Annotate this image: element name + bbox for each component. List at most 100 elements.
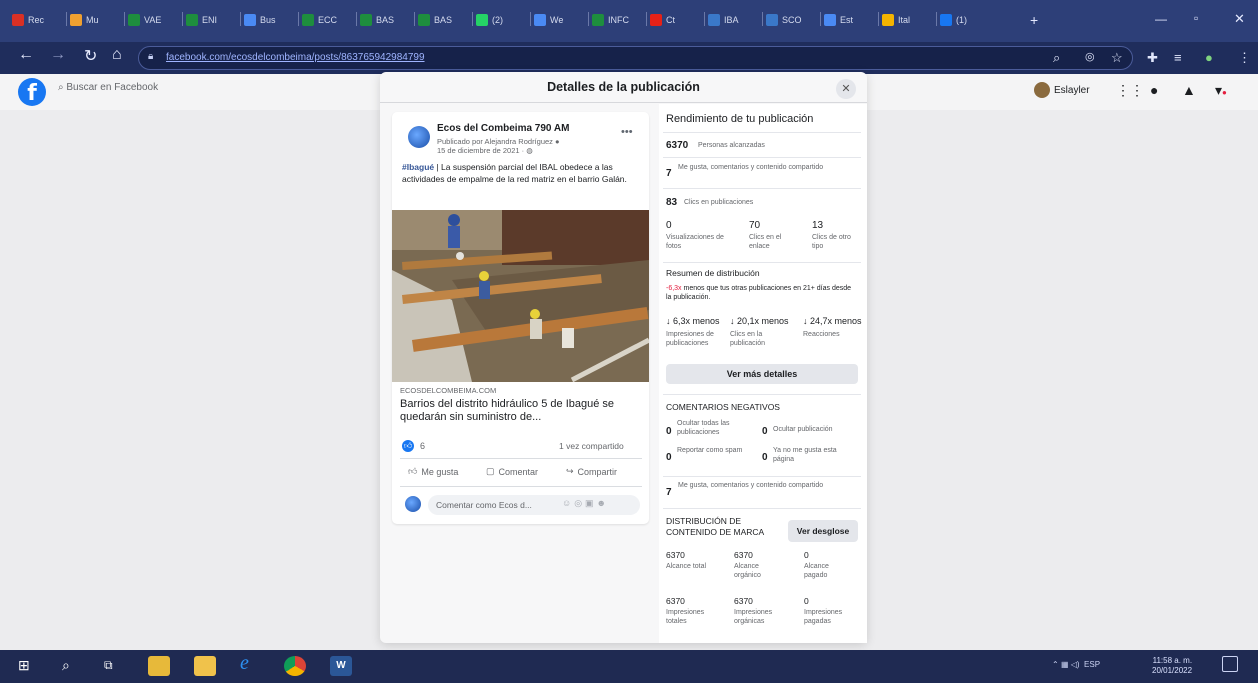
comment-tools-icons[interactable]: ☺◎▣☻ [562, 498, 609, 509]
page-name[interactable]: Ecos del Combeima 790 AM [437, 123, 569, 134]
facebook-logo-icon[interactable]: f [18, 78, 46, 106]
post-text: #Ibagué | La suspensión parcial del IBAL… [402, 162, 642, 185]
browser-tab[interactable]: Rec [12, 10, 62, 30]
distribution-note: -6,3x menos que tus otras publicaciones … [666, 285, 854, 302]
browser-tab[interactable]: ECC [302, 10, 352, 30]
volume-icon[interactable]: ◁) [1071, 660, 1080, 669]
close-window-button[interactable]: ✕ [1234, 11, 1245, 27]
organic-reach-value: 6370 [734, 550, 753, 560]
folder-app-icon[interactable] [148, 656, 170, 676]
tab-separator [936, 12, 937, 26]
chrome-icon[interactable] [284, 656, 306, 676]
extensions-icon[interactable]: ✚ [1147, 50, 1158, 66]
paid-reach-label: Alcance pagado [804, 563, 829, 579]
apps-grid-icon[interactable]: ⋮⋮ [1116, 82, 1144, 99]
browser-tab[interactable]: We [534, 10, 584, 30]
account-menu-icon[interactable]: ▾● [1215, 82, 1227, 99]
thumbs-up-icon: 👍︎ [408, 466, 418, 476]
forward-icon[interactable]: → [50, 46, 66, 64]
profile-icon[interactable]: ● [1205, 50, 1213, 65]
browser-tab[interactable]: Ct [650, 10, 700, 30]
browser-tab[interactable]: (1) [940, 10, 990, 30]
clock[interactable]: 11:58 a. m. 20/01/2022 [1152, 656, 1192, 676]
new-tab-button[interactable]: + [1030, 12, 1038, 28]
url-text[interactable]: facebook.com/ecosdelcombeima/posts/86376… [166, 52, 425, 63]
close-icon[interactable]: ✕ [836, 79, 856, 99]
comment-divider [400, 486, 642, 487]
browser-tab[interactable]: Ital [882, 10, 932, 30]
maximize-button[interactable]: ▫ [1194, 11, 1198, 25]
facebook-search[interactable]: ⌕ Buscar en Facebook [58, 82, 158, 93]
reactions-compare-value: ↓ 24,7x menos [803, 316, 862, 326]
post-date[interactable]: 15 de diciembre de 2021 · ◍ [437, 146, 533, 155]
home-icon[interactable]: ⌂ [112, 46, 122, 64]
back-icon[interactable]: ← [18, 46, 34, 64]
edge-icon[interactable]: e [240, 652, 249, 675]
comment-button[interactable]: ▢ Comentar [486, 466, 538, 477]
paid-impressions-label: Impresiones pagadas [804, 609, 843, 625]
engagement2-value: 7 [666, 487, 672, 498]
language-indicator[interactable]: ESP [1084, 660, 1100, 669]
browser-tab[interactable]: BAS [360, 10, 410, 30]
reload-icon[interactable]: ↻ [84, 46, 97, 66]
network-icon[interactable]: ▦ [1061, 660, 1069, 669]
tab-separator [124, 12, 125, 26]
file-explorer-icon[interactable] [194, 656, 216, 676]
browser-tab[interactable]: IBA [708, 10, 758, 30]
windows-start-icon[interactable]: ⊞ [18, 657, 30, 674]
tab-label: IBA [724, 15, 739, 25]
bookmark-star-icon[interactable]: ☆ [1111, 50, 1123, 66]
see-breakdown-button[interactable]: Ver desglose [788, 520, 858, 542]
browser-tab[interactable]: SCO [766, 10, 816, 30]
zoom-icon[interactable]: ⌕ [1053, 50, 1060, 66]
reading-list-icon[interactable]: ≡ [1174, 50, 1182, 65]
divider [663, 394, 861, 395]
browser-tab[interactable]: VAE [128, 10, 178, 30]
published-by-text: Publicado por Alejandra Rodríguez [437, 137, 553, 146]
browser-tab[interactable]: (2) [476, 10, 526, 30]
minimize-button[interactable]: — [1155, 12, 1167, 26]
globe-icon [824, 14, 836, 26]
task-view-icon[interactable]: ⧉ [104, 658, 113, 673]
hide-all-label: Ocultar todas las publicaciones [677, 420, 730, 436]
lock-icon: 🔒︎ [148, 51, 154, 62]
sheets-icon [128, 14, 140, 26]
see-more-details-button[interactable]: Ver más detalles [666, 364, 858, 384]
browser-tab[interactable]: ENI [186, 10, 236, 30]
browser-tab[interactable]: BAS [418, 10, 468, 30]
notification-center-icon[interactable] [1222, 656, 1238, 672]
tab-separator [820, 12, 821, 26]
notifications-icon[interactable]: ▲ [1182, 82, 1196, 98]
profile-chip[interactable]: Eslayler [1034, 82, 1090, 98]
globe-icon [244, 14, 256, 26]
browser-tab[interactable]: INFC [592, 10, 642, 30]
link-title[interactable]: Barrios del distrito hidráulico 5 de Iba… [400, 398, 645, 424]
facebook-icon [940, 14, 952, 26]
menu-icon[interactable]: ⋮ [1238, 50, 1251, 66]
youtube-icon [650, 14, 662, 26]
tray-arrow-icon[interactable]: ⌃ [1052, 660, 1059, 669]
word-icon[interactable]: W [330, 656, 352, 676]
post-options-icon[interactable]: ••• [621, 126, 633, 138]
tab-separator [762, 12, 763, 26]
share-count[interactable]: 1 vez compartido [559, 441, 624, 451]
share-button[interactable]: ↪ Compartir [566, 466, 617, 477]
total-impressions-value: 6370 [666, 596, 685, 606]
browser-tab[interactable]: Est [824, 10, 874, 30]
browser-tab[interactable]: Mu [70, 10, 120, 30]
search-placeholder: Buscar en Facebook [66, 82, 159, 93]
page-avatar[interactable] [408, 126, 430, 148]
tab-label: INFC [608, 15, 629, 25]
like-button[interactable]: 👍︎ Me gusta [408, 466, 458, 477]
hashtag-link[interactable]: #Ibagué [402, 162, 434, 172]
translate-icon[interactable]: ◎ [1085, 50, 1095, 63]
messenger-icon[interactable]: ● [1150, 82, 1158, 98]
system-tray[interactable]: ⌃ ▦ ◁) ESP [1052, 660, 1100, 669]
tab-label: BAS [376, 15, 395, 25]
clock-date: 20/01/2022 [1152, 666, 1193, 675]
post-photo[interactable] [392, 210, 649, 382]
reaction-count[interactable]: 6 [420, 441, 425, 451]
unlike-page-value: 0 [762, 452, 768, 463]
taskbar-search-icon[interactable]: ⌕ [62, 657, 70, 674]
browser-tab[interactable]: Bus [244, 10, 294, 30]
